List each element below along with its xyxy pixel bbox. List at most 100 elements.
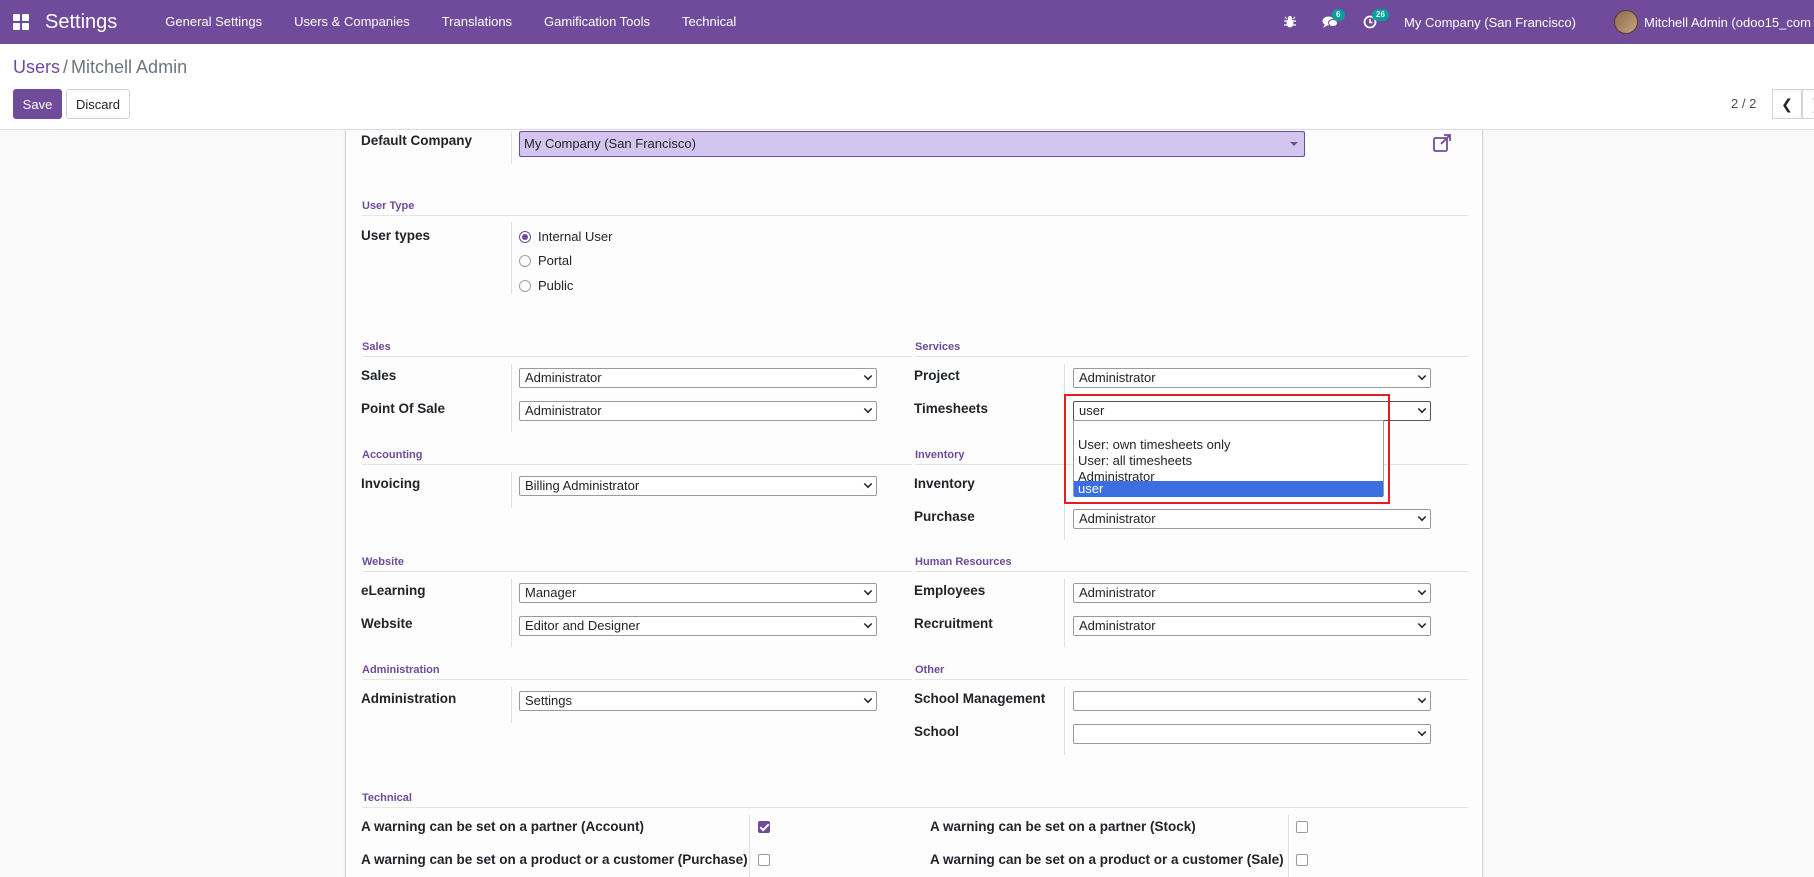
user-types-label: User types (361, 228, 431, 243)
elearning-select-value: Manager (525, 585, 577, 600)
apps-menu-icon[interactable] (0, 0, 42, 44)
project-select[interactable]: Administrator (1073, 368, 1431, 388)
save-button[interactable]: Save (13, 89, 62, 119)
section-human-resources: Human Resources (915, 556, 1012, 568)
top-navbar: Settings General Settings Users & Compan… (0, 0, 1814, 44)
employees-select-value: Administrator (1079, 585, 1156, 600)
field-divider (1064, 687, 1065, 755)
radio-icon[interactable] (519, 279, 531, 292)
project-select-value: Administrator (1079, 370, 1156, 385)
section-divider (915, 571, 1468, 572)
school-select[interactable] (1073, 724, 1431, 744)
radio-icon[interactable] (519, 254, 531, 267)
technical-warning-sale-label: A warning can be set on a product or a c… (930, 852, 1284, 867)
menu-translations[interactable]: Translations (426, 0, 528, 44)
sales-select-value: Administrator (525, 370, 602, 385)
recruitment-select-value: Administrator (1079, 618, 1156, 633)
pager-previous-button[interactable]: ❮ (1772, 89, 1802, 119)
section-accounting: Accounting (362, 449, 423, 461)
point-of-sale-select-value: Administrator (525, 403, 602, 418)
purchase-label: Purchase (914, 509, 975, 524)
user-type-portal-option[interactable]: Portal (519, 253, 572, 268)
section-website: Website (362, 556, 404, 568)
purchase-select-value: Administrator (1079, 511, 1156, 526)
field-divider (511, 132, 512, 164)
user-avatar[interactable] (1614, 10, 1638, 34)
menu-users-companies[interactable]: Users & Companies (278, 0, 426, 44)
sales-select[interactable]: Administrator (519, 368, 877, 388)
section-divider (362, 356, 912, 357)
technical-warning-purchase-checkbox[interactable] (758, 854, 770, 866)
technical-warning-account-checkbox[interactable] (758, 821, 770, 833)
chevron-down-icon (863, 619, 873, 629)
elearning-select[interactable]: Manager (519, 583, 877, 603)
invoicing-select-value: Billing Administrator (525, 478, 640, 493)
user-type-internal-label: Internal User (538, 229, 613, 244)
field-divider (511, 364, 512, 432)
breadcrumb-separator: / (63, 57, 69, 77)
section-divider (362, 679, 912, 680)
section-sales: Sales (362, 341, 391, 353)
administration-select[interactable]: Settings (519, 691, 877, 711)
technical-warning-stock-checkbox[interactable] (1296, 821, 1308, 833)
app-title[interactable]: Settings (45, 11, 117, 34)
section-divider (362, 807, 1468, 808)
section-inventory: Inventory (915, 449, 965, 461)
purchase-select[interactable]: Administrator (1073, 509, 1431, 529)
chevron-down-icon (863, 371, 873, 381)
section-divider (362, 215, 1468, 216)
menu-general-settings[interactable]: General Settings (149, 0, 278, 44)
technical-warning-sale-checkbox[interactable] (1296, 854, 1308, 866)
section-divider (915, 679, 1468, 680)
user-type-internal-option[interactable]: Internal User (519, 229, 612, 244)
administration-label: Administration (361, 691, 457, 706)
company-switcher[interactable]: My Company (San Francisco) (1404, 15, 1576, 30)
debug-bug-icon[interactable] (1270, 0, 1310, 44)
user-type-public-label: Public (538, 278, 574, 293)
invoicing-select[interactable]: Billing Administrator (519, 476, 877, 496)
elearning-label: eLearning (361, 583, 426, 598)
website-select[interactable]: Editor and Designer (519, 616, 877, 636)
point-of-sale-select[interactable]: Administrator (519, 401, 877, 421)
menu-gamification-tools[interactable]: Gamification Tools (528, 0, 666, 44)
recruitment-label: Recruitment (914, 616, 993, 631)
menu-technical[interactable]: Technical (666, 0, 752, 44)
pager-next-button[interactable]: ❯ (1802, 89, 1814, 119)
chevron-down-icon (1417, 727, 1427, 737)
technical-warning-account-label: A warning can be set on a partner (Accou… (361, 819, 645, 834)
section-technical: Technical (362, 792, 412, 804)
sales-label: Sales (361, 368, 397, 383)
chevron-down-icon (1417, 694, 1427, 704)
technical-warning-stock-label: A warning can be set on a partner (Stock… (930, 819, 1196, 834)
user-menu[interactable]: Mitchell Admin (odoo15_com (1644, 15, 1814, 30)
activity-clock-icon[interactable]: 26 (1350, 0, 1390, 44)
recruitment-select[interactable]: Administrator (1073, 616, 1431, 636)
chevron-down-icon (863, 404, 873, 414)
employees-select[interactable]: Administrator (1073, 583, 1431, 603)
school-label: School (914, 724, 960, 739)
user-type-public-option[interactable]: Public (519, 278, 573, 293)
chevron-down-icon (1417, 404, 1427, 414)
administration-select-value: Settings (525, 693, 572, 708)
discard-button[interactable]: Discard (66, 89, 130, 119)
section-administration: Administration (362, 664, 440, 676)
radio-checked-icon[interactable] (519, 230, 531, 243)
field-divider (511, 687, 512, 723)
chat-icon[interactable]: 6 (1310, 0, 1350, 44)
section-user-type: User Type (362, 200, 415, 212)
section-services: Services (915, 341, 961, 353)
pager-value[interactable]: 2 / 2 (1731, 96, 1756, 111)
technical-warning-purchase-label: A warning can be set on a product or a c… (361, 852, 748, 867)
activity-badge: 26 (1372, 9, 1389, 21)
external-link-icon[interactable] (1432, 133, 1452, 153)
employees-label: Employees (914, 583, 986, 598)
default-company-value: My Company (San Francisco) (524, 136, 696, 151)
chat-badge: 6 (1332, 9, 1345, 21)
school-management-select[interactable] (1073, 691, 1431, 711)
default-company-field[interactable]: My Company (San Francisco) (519, 131, 1305, 157)
chevron-left-icon: ❮ (1781, 95, 1793, 112)
website-select-value: Editor and Designer (525, 618, 640, 633)
section-divider (362, 464, 912, 465)
chevron-down-icon (1417, 619, 1427, 629)
breadcrumb-users-link[interactable]: Users (13, 57, 60, 77)
